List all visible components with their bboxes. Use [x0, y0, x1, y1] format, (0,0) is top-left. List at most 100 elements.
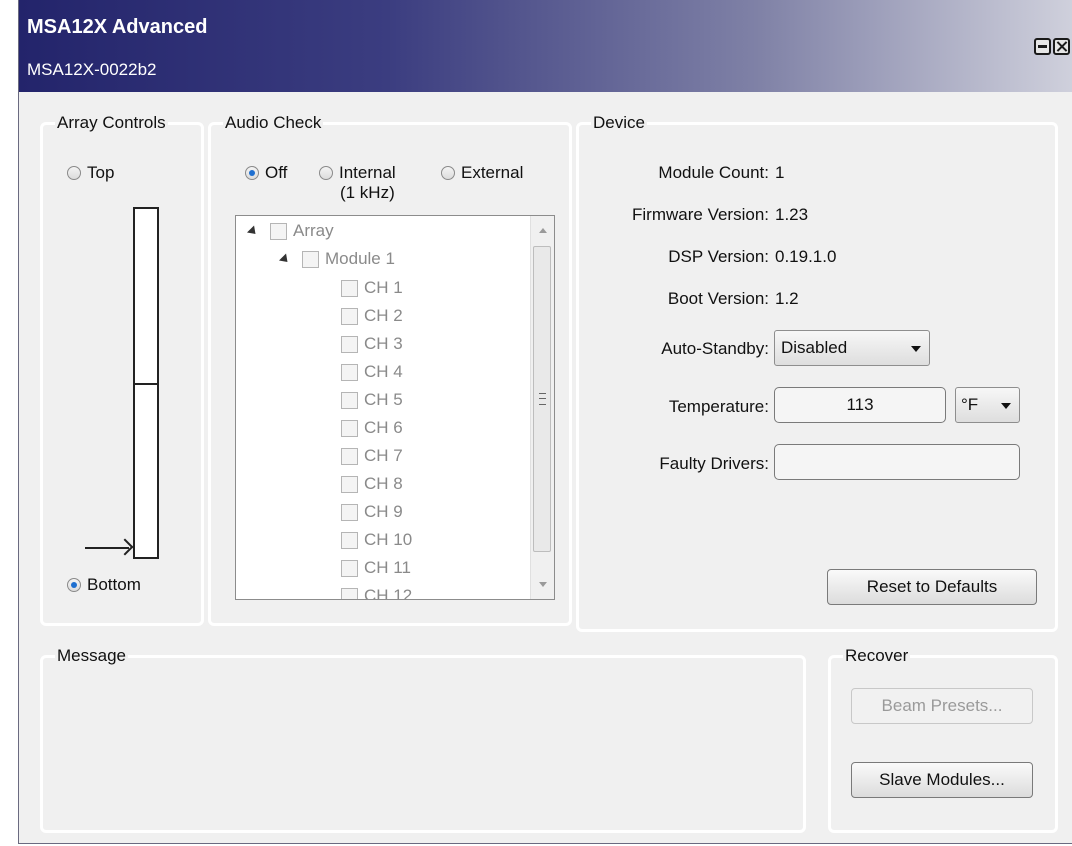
tree-item-module[interactable]: Module 1 [278, 245, 395, 273]
recover-title: Recover [843, 646, 911, 666]
message-group: Message [40, 646, 806, 833]
dsp-version-value: 0.19.1.0 [775, 247, 837, 266]
minimize-icon[interactable] [1034, 38, 1051, 55]
title-bar[interactable]: MSA12X Advanced MSA12X-0022b2 [19, 0, 1072, 92]
boot-version-label: Boot Version: [667, 289, 769, 308]
channel-checkbox[interactable] [341, 475, 358, 493]
tree-item-channel[interactable]: CH 5 [341, 386, 403, 414]
temperature-label: Temperature: [668, 397, 769, 416]
channel-checkbox[interactable] [341, 419, 358, 437]
scroll-up-icon[interactable] [539, 228, 547, 233]
auto-standby-value: Disabled [781, 338, 848, 357]
channel-checkbox[interactable] [341, 531, 358, 549]
boot-version-value: 1.2 [775, 289, 799, 308]
channel-tree[interactable]: Array Module 1 CH 1 CH 2 CH 3 CH 4 CH 5 … [235, 215, 555, 600]
window-buttons [1034, 38, 1070, 55]
array-checkbox[interactable] [270, 222, 287, 240]
scroll-thumb[interactable] [533, 246, 551, 552]
advanced-window: MSA12X Advanced MSA12X-0022b2 Array Cont… [18, 0, 1072, 844]
top-radio-icon [67, 166, 81, 180]
tree-item-channel[interactable]: CH 7 [341, 442, 403, 470]
bottom-radio[interactable]: Bottom [67, 575, 141, 595]
auto-standby-select[interactable]: Disabled [774, 330, 930, 366]
tree-item-label: Array [293, 221, 334, 240]
channel-checkbox[interactable] [341, 503, 358, 521]
tree-item-channel[interactable]: CH 11 [341, 554, 411, 582]
temperature-field[interactable]: 113 [774, 387, 946, 423]
window-subtitle: MSA12X-0022b2 [27, 60, 157, 79]
tree-item-array[interactable]: Array [246, 217, 334, 245]
tree-item-label: CH 6 [364, 418, 403, 437]
dsp-version-label: DSP Version: [668, 247, 769, 266]
scroll-down-icon[interactable] [539, 582, 547, 587]
tree-item-label: CH 12 [364, 586, 413, 600]
channel-checkbox[interactable] [341, 363, 358, 381]
off-radio-label: Off [265, 163, 288, 182]
tree-item-label: CH 5 [364, 390, 403, 409]
module-count-value: 1 [775, 163, 785, 182]
tree-item-label: CH 10 [364, 530, 413, 549]
channel-checkbox[interactable] [341, 307, 358, 325]
bottom-radio-label: Bottom [87, 575, 141, 594]
tree-item-channel[interactable]: CH 8 [341, 470, 403, 498]
reset-to-defaults-button[interactable]: Reset to Defaults [827, 569, 1037, 605]
external-radio-label: External [461, 163, 524, 182]
tree-item-label: CH 1 [364, 278, 403, 297]
audio-check-group: Audio Check Off Internal (1 kHz) Externa… [208, 113, 572, 626]
internal-radio-label: Internal [339, 163, 396, 182]
grip-icon [539, 393, 546, 405]
internal-radio[interactable]: Internal (1 kHz) [319, 163, 396, 203]
tree-item-label: CH 11 [364, 558, 411, 577]
slider-divider [135, 383, 157, 385]
off-radio-icon [245, 166, 259, 180]
array-controls-title: Array Controls [55, 113, 168, 133]
array-controls-group: Array Controls Top Bottom [40, 113, 204, 626]
bottom-radio-icon [67, 578, 81, 592]
channel-checkbox[interactable] [341, 335, 358, 353]
audio-check-title: Audio Check [223, 113, 324, 133]
tree-item-channel[interactable]: CH 2 [341, 302, 403, 330]
off-radio[interactable]: Off [245, 163, 287, 183]
arrow-right-icon [85, 547, 129, 549]
tree-item-channel[interactable]: CH 9 [341, 498, 403, 526]
channel-checkbox[interactable] [341, 559, 358, 577]
internal-radio-icon [319, 166, 333, 180]
temperature-unit-value: °F [961, 395, 979, 414]
tree-scrollbar[interactable] [530, 216, 554, 599]
external-radio-icon [441, 166, 455, 180]
array-slider[interactable] [133, 207, 159, 559]
tree-item-channel[interactable]: CH 12 [341, 582, 413, 600]
external-radio[interactable]: External [441, 163, 523, 183]
device-group: Device Module Count: 1 Firmware Version:… [576, 113, 1058, 632]
beam-presets-button[interactable]: Beam Presets... [851, 688, 1033, 724]
message-title: Message [55, 646, 128, 666]
tree-item-label: CH 7 [364, 446, 403, 465]
faulty-drivers-label: Faulty Drivers: [659, 454, 769, 473]
internal-radio-sublabel: (1 kHz) [339, 183, 395, 202]
chevron-down-icon [1001, 403, 1011, 409]
window-title: MSA12X Advanced [27, 16, 208, 38]
expand-icon[interactable] [278, 252, 292, 266]
tree-item-channel[interactable]: CH 10 [341, 526, 412, 554]
module-checkbox[interactable] [302, 250, 319, 268]
slave-modules-button[interactable]: Slave Modules... [851, 762, 1033, 798]
device-title: Device [591, 113, 647, 133]
module-count-label: Module Count: [658, 163, 769, 182]
temperature-unit-select[interactable]: °F [955, 387, 1020, 423]
channel-checkbox[interactable] [341, 391, 358, 409]
tree-item-label: CH 8 [364, 474, 403, 493]
expand-icon[interactable] [246, 224, 260, 238]
tree-item-channel[interactable]: CH 1 [341, 274, 403, 302]
channel-checkbox[interactable] [341, 587, 358, 599]
tree-item-channel[interactable]: CH 6 [341, 414, 403, 442]
channel-checkbox[interactable] [341, 447, 358, 465]
faulty-drivers-field[interactable] [774, 444, 1020, 480]
tree-item-channel[interactable]: CH 4 [341, 358, 403, 386]
tree-item-channel[interactable]: CH 3 [341, 330, 403, 358]
chevron-down-icon [911, 346, 921, 352]
close-icon[interactable] [1053, 38, 1070, 55]
channel-checkbox[interactable] [341, 279, 358, 297]
top-radio[interactable]: Top [67, 163, 114, 183]
tree-item-label: Module 1 [325, 249, 395, 268]
recover-group: Recover Beam Presets... Slave Modules... [828, 646, 1058, 833]
